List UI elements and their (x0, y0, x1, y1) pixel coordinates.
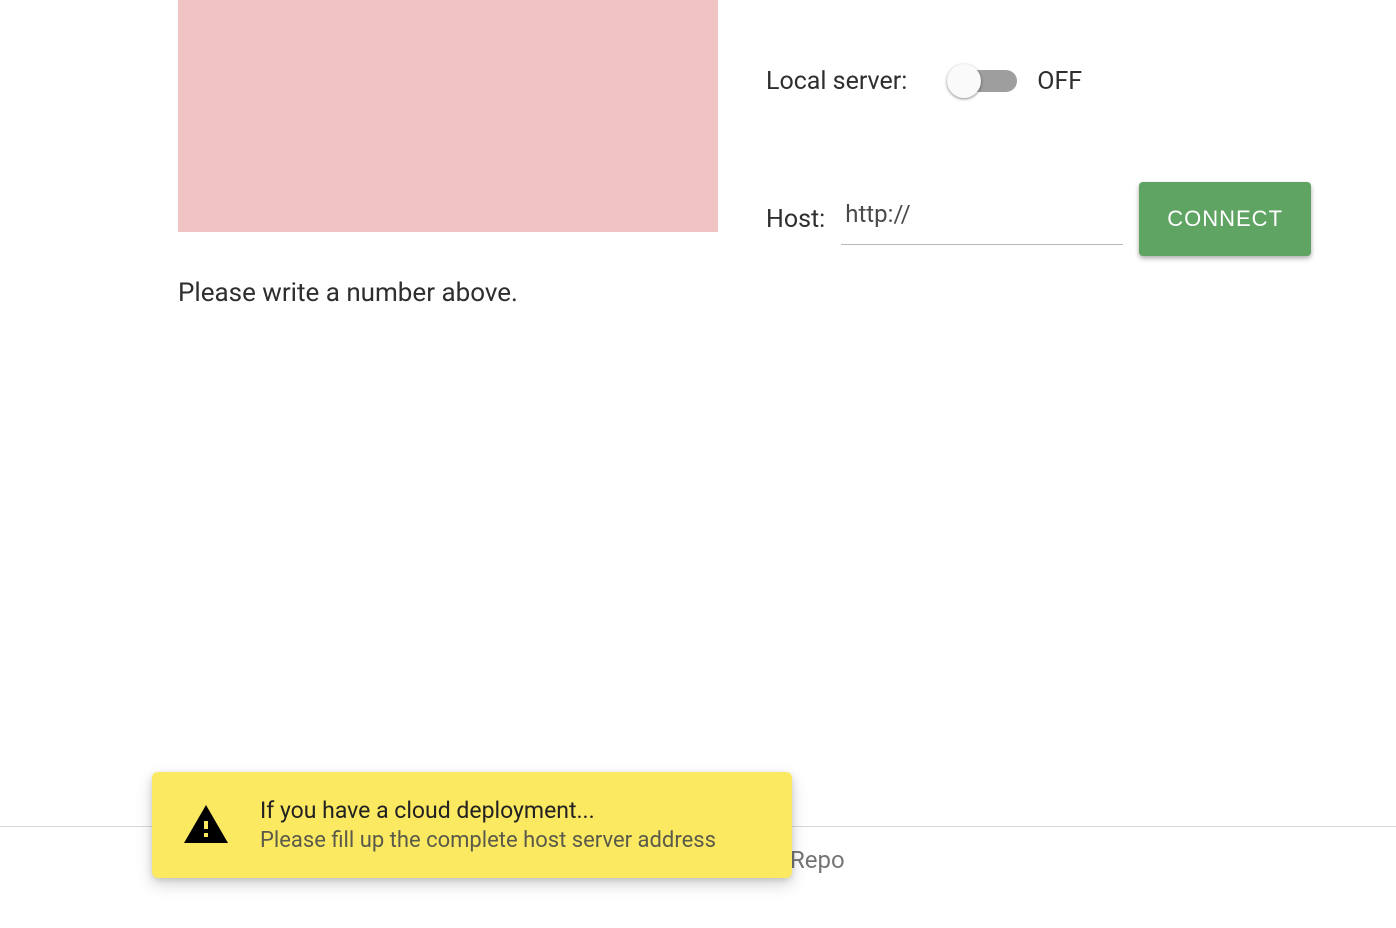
local-server-toggle[interactable] (947, 62, 1017, 100)
notification-title: If you have a cloud deployment... (260, 797, 716, 824)
host-label: Host: (766, 205, 825, 234)
notification-body: Please fill up the complete host server … (260, 828, 716, 853)
left-panel: Please write a number above. (178, 0, 718, 308)
local-server-label: Local server: (766, 67, 907, 96)
connect-button[interactable]: CONNECT (1139, 182, 1311, 256)
host-row: Host: CONNECT (766, 182, 1311, 256)
footer-repo-link[interactable]: Repo (790, 846, 845, 874)
toggle-container: OFF (947, 62, 1082, 100)
host-input[interactable] (841, 194, 1123, 245)
toggle-state-label: OFF (1037, 67, 1082, 96)
warning-notification: If you have a cloud deployment... Please… (152, 772, 792, 878)
toggle-thumb (947, 64, 981, 98)
drawing-canvas[interactable] (178, 0, 718, 232)
instruction-text: Please write a number above. (178, 278, 718, 308)
warning-icon (182, 801, 230, 849)
notification-content: If you have a cloud deployment... Please… (260, 797, 716, 853)
right-panel: Local server: OFF Host: CONNECT (766, 62, 1311, 256)
local-server-row: Local server: OFF (766, 62, 1311, 100)
